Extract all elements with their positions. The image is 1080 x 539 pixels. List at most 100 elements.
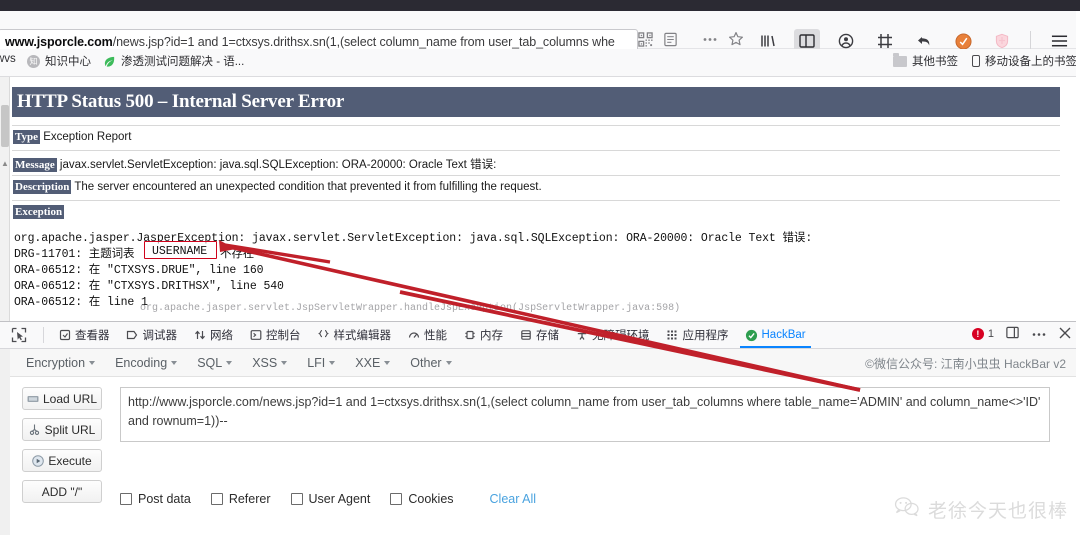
bookmark-label: 渗透测试问题解决 - 语...: [121, 56, 245, 68]
bookmark-label: wvs: [0, 53, 16, 65]
folder-icon: [893, 52, 907, 67]
load-url-button[interactable]: Load URL: [22, 387, 102, 410]
qr-code-icon[interactable]: [638, 31, 653, 47]
error-row-label: Exception: [13, 205, 65, 219]
error-row-exception: Exception: [13, 205, 65, 219]
devtools-tab-label: 内存: [480, 330, 503, 342]
inspector-icon: [58, 329, 71, 342]
devtools-error-count: 1: [987, 328, 994, 340]
devtools-tab-performance[interactable]: 性能: [400, 322, 454, 348]
page-scrollbar[interactable]: ▲: [0, 77, 10, 321]
devtools-tab-application[interactable]: 应用程序: [659, 322, 736, 348]
address-bar-action-icons: [638, 31, 744, 47]
checkbox-box[interactable]: [290, 493, 303, 505]
application-icon: [666, 329, 679, 342]
menu-label: LFI: [307, 355, 326, 370]
split-url-button[interactable]: Split URL: [22, 418, 102, 441]
stack-trace-line-5: ORA-06512: 在 line 1: [14, 296, 148, 309]
clear-all-link[interactable]: Clear All: [490, 492, 537, 506]
devtools-divider: [43, 327, 44, 343]
phone-icon: [972, 55, 980, 67]
bookmark-folder-mobile[interactable]: 移动设备上的书签: [972, 53, 1077, 69]
devtools-tab-inspector[interactable]: 查看器: [51, 322, 117, 348]
highlighted-token-username: USERNAME: [152, 245, 208, 258]
add-slash-button[interactable]: ADD "/": [22, 480, 102, 503]
checkbox-box[interactable]: [390, 493, 403, 505]
bookmark-item-wvs[interactable]: wvs: [0, 53, 16, 65]
devtools-tab-hackbar[interactable]: HackBar: [738, 322, 813, 348]
checkbox-cookies[interactable]: Cookies: [390, 492, 454, 506]
close-icon[interactable]: [1058, 326, 1072, 343]
hackbar-menu-lfi[interactable]: LFI: [307, 355, 336, 370]
checkbox-user-agent[interactable]: User Agent: [290, 492, 370, 506]
checkbox-label: Post data: [138, 492, 191, 506]
hackbar-menu-xss[interactable]: XSS: [252, 355, 288, 370]
storage-icon: [519, 329, 532, 342]
devtools-tab-label: 存储: [536, 330, 559, 342]
ellipsis-icon[interactable]: [702, 37, 718, 42]
reader-view-icon[interactable]: [663, 32, 678, 47]
chevron-down-icon: [89, 360, 96, 365]
devtools-error-counter[interactable]: ! 1: [971, 328, 994, 340]
execute-button[interactable]: Execute: [22, 449, 102, 472]
style-editor-icon: [317, 329, 330, 342]
leaf-icon: [103, 55, 116, 68]
url-input[interactable]: [120, 387, 1050, 442]
window-right-edge: [1076, 11, 1080, 539]
devtools-tab-label: 应用程序: [682, 330, 729, 342]
devtools-tab-accessibility[interactable]: 无障碍环境: [568, 322, 657, 348]
hackbar-menu-sql[interactable]: SQL: [197, 356, 233, 370]
debugger-icon: [126, 329, 139, 342]
network-icon: [193, 329, 206, 342]
dock-icon[interactable]: [1005, 325, 1020, 343]
button-label: Split URL: [44, 422, 96, 437]
stack-trace-line-2-suffix: 不存在: [220, 248, 255, 261]
ellipsis-icon[interactable]: [1031, 328, 1047, 340]
devtools-tab-memory[interactable]: 内存: [456, 322, 510, 348]
divider: [12, 125, 1060, 126]
hackbar-menu-xxe[interactable]: XXE: [355, 356, 391, 370]
checkbox-box[interactable]: [120, 493, 132, 505]
menu-label: XSS: [252, 355, 278, 370]
hackbar-button-column: Load URL Split URL Execute ADD "/": [22, 387, 102, 503]
stack-trace-line-1: org.apache.jasper.JasperException: javax…: [14, 232, 813, 245]
stack-trace-line-2-prefix: DRG-11701: 主题词表: [14, 248, 135, 261]
checkbox-post-data[interactable]: Post data: [120, 492, 191, 506]
button-label: Load URL: [42, 391, 98, 406]
hackbar-menu-encryption[interactable]: Encryption: [26, 356, 96, 370]
stack-trace-line-3: ORA-06512: 在 "CTXSYS.DRUE", line 160: [14, 264, 264, 277]
bookmarks-toolbar: wvs 知 知识中心 渗透测试问题解决 - 语... 其他书签 移动设备上的书签: [0, 49, 1080, 77]
button-label: Execute: [48, 453, 92, 468]
bookmark-item-pentest[interactable]: 渗透测试问题解决 - 语...: [103, 53, 244, 69]
menu-label: Other: [410, 355, 442, 370]
bookmark-star-icon[interactable]: [728, 31, 744, 47]
bookmark-label: 移动设备上的书签: [985, 56, 1077, 68]
hackbar-menubar: Encryption Encoding SQL XSS LFI XXE Othe…: [10, 349, 1080, 377]
devtools-tab-debugger[interactable]: 调试器: [119, 322, 185, 348]
browser-window: www.jsporcle.com/news.jsp?id=1 and 1=ctx…: [0, 0, 1080, 539]
console-icon: [249, 329, 262, 342]
scrollbar-thumb[interactable]: [1, 105, 9, 147]
error-row-description: Description The server encountered an un…: [13, 180, 542, 194]
circle-icon: 知: [27, 54, 40, 68]
address-bar-domain: www.jsporcle.com: [5, 35, 113, 49]
hackbar-icon: [745, 329, 758, 342]
devtools-tab-label: 样式编辑器: [333, 330, 392, 342]
element-picker-icon[interactable]: [6, 324, 32, 346]
checkbox-box[interactable]: [210, 493, 223, 505]
devtools-tab-storage[interactable]: 存储: [512, 322, 566, 348]
performance-icon: [407, 329, 420, 342]
bookmark-folder-other[interactable]: 其他书签: [893, 52, 958, 69]
devtools-tab-style-editor[interactable]: 样式编辑器: [310, 322, 399, 348]
hackbar-menu-encoding[interactable]: Encoding: [115, 356, 178, 370]
devtools-tab-console[interactable]: 控制台: [242, 322, 308, 348]
devtools-tab-network[interactable]: 网络: [186, 322, 240, 348]
devtools-tab-label: 调试器: [142, 330, 178, 342]
navigation-toolbar: www.jsporcle.com/news.jsp?id=1 and 1=ctx…: [0, 11, 1080, 55]
devtools-tab-label: 网络: [210, 330, 233, 342]
bookmark-item-zhishizhongxin[interactable]: 知 知识中心: [27, 53, 91, 69]
devtools-toolbar-right: ! 1: [971, 325, 1072, 343]
chevron-down-icon: [226, 360, 233, 365]
hackbar-menu-other[interactable]: Other: [410, 355, 452, 370]
checkbox-referer[interactable]: Referer: [210, 492, 271, 506]
